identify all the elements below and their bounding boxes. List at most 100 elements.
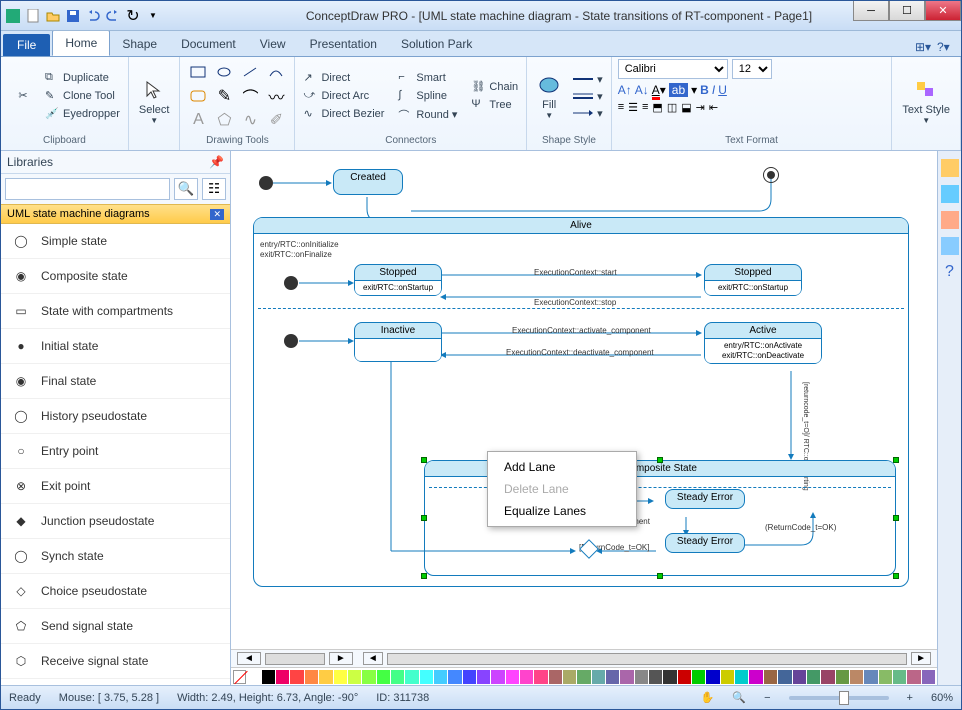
help-icon[interactable]: ?▾ [937, 40, 953, 56]
eyedropper-button[interactable]: 💉Eyedropper [43, 106, 122, 122]
alive-initial-1[interactable] [284, 276, 298, 290]
tool-curve[interactable] [264, 61, 288, 83]
color-swatch[interactable] [836, 670, 849, 684]
color-swatch[interactable] [391, 670, 404, 684]
state-steady-1[interactable]: Steady Error [665, 489, 745, 509]
tool-ellipse[interactable] [212, 61, 236, 83]
align-right-button[interactable]: ≡ [642, 101, 648, 114]
color-swatch[interactable] [749, 670, 762, 684]
color-swatch[interactable] [290, 670, 303, 684]
final-state[interactable] [763, 167, 779, 183]
library-item[interactable]: ●Initial state [1, 329, 230, 364]
color-swatch[interactable] [247, 670, 260, 684]
line-weight-button[interactable]: ▾ [571, 89, 605, 104]
color-swatch[interactable] [377, 670, 390, 684]
tab-home[interactable]: Home [52, 30, 110, 56]
tool-bezier[interactable]: ∿ [238, 109, 262, 131]
font-size-select[interactable]: 12 [732, 59, 772, 79]
color-swatch[interactable] [907, 670, 920, 684]
color-swatch[interactable] [764, 670, 777, 684]
tool-text[interactable]: A [186, 109, 210, 131]
color-swatch[interactable] [334, 670, 347, 684]
tab-solution-park[interactable]: Solution Park [389, 32, 484, 56]
save-icon[interactable] [65, 8, 81, 24]
rail-icon-1[interactable] [941, 159, 959, 177]
color-swatch[interactable] [821, 670, 834, 684]
tree-button[interactable]: ΨTree [469, 97, 520, 113]
select-button[interactable]: Select▼ [135, 76, 174, 127]
bold-button[interactable]: B [700, 83, 709, 97]
color-swatch[interactable] [491, 670, 504, 684]
color-swatch[interactable] [850, 670, 863, 684]
text-style-button[interactable]: Text Style▼ [898, 76, 954, 127]
valign-bot-button[interactable]: ⬓ [681, 101, 691, 114]
color-swatch[interactable] [635, 670, 648, 684]
state-stopped[interactable]: Stopped exit/RTC::onStartup [354, 264, 442, 296]
canvas[interactable]: Created Alive entry/RTC::onInitialize ex… [241, 161, 937, 611]
align-center-button[interactable]: ☰ [628, 101, 638, 114]
ctx-add-lane[interactable]: Add Lane [488, 456, 636, 478]
color-swatch[interactable] [563, 670, 576, 684]
color-swatch[interactable] [649, 670, 662, 684]
color-swatch[interactable] [262, 670, 275, 684]
tool-pencil[interactable]: ✎ [212, 85, 236, 107]
pin-icon[interactable]: 📌 [209, 155, 224, 169]
outdent-button[interactable]: ⇤ [709, 101, 718, 114]
zoom-in-button[interactable]: + [907, 692, 913, 704]
qat-dropdown-icon[interactable]: ▼ [145, 8, 161, 24]
pan-tool-icon[interactable]: ✋ [701, 691, 715, 704]
increase-font-button[interactable]: A↑ [618, 83, 632, 97]
tab-document[interactable]: Document [169, 32, 248, 56]
paste-button[interactable]: ✂ [7, 81, 39, 111]
alive-initial-2[interactable] [284, 334, 298, 348]
clone-tool-button[interactable]: ✎Clone Tool [43, 88, 122, 104]
minimize-button[interactable]: ─ [853, 1, 889, 21]
color-swatch[interactable] [922, 670, 935, 684]
color-swatch[interactable] [706, 670, 719, 684]
library-item[interactable]: ◆Junction pseudostate [1, 504, 230, 539]
state-steady-2[interactable]: Steady Error [665, 533, 745, 553]
zoom-out-button[interactable]: − [764, 692, 770, 704]
redo-icon[interactable] [105, 8, 121, 24]
color-swatch[interactable] [520, 670, 533, 684]
fill-button[interactable]: Fill▼ [533, 71, 565, 122]
maximize-button[interactable]: ☐ [889, 1, 925, 21]
horizontal-scrollbar[interactable]: ◄ ► ◄ ► [231, 649, 937, 667]
color-swatch[interactable] [319, 670, 332, 684]
color-swatch[interactable] [678, 670, 691, 684]
color-swatch[interactable] [663, 670, 676, 684]
color-swatch[interactable] [807, 670, 820, 684]
library-search-input[interactable] [5, 178, 170, 200]
tab-view[interactable]: View [248, 32, 298, 56]
color-swatch-none[interactable] [233, 670, 246, 684]
initial-state[interactable] [259, 176, 273, 190]
library-item[interactable]: ◉Composite state [1, 259, 230, 294]
library-item[interactable]: ◉Final state [1, 364, 230, 399]
smart-button[interactable]: ⌐Smart [396, 70, 459, 86]
file-tab[interactable]: File [3, 34, 50, 56]
library-icon[interactable]: ⊞▾ [915, 40, 931, 56]
decrease-font-button[interactable]: A↓ [635, 83, 649, 97]
round-button[interactable]: ⌒Round ▾ [396, 106, 459, 122]
tool-arc[interactable]: ⌒ [238, 85, 262, 107]
direct-bezier-button[interactable]: ∿Direct Bezier [301, 106, 386, 122]
library-item[interactable]: ◇Choice pseudostate [1, 574, 230, 609]
color-swatch[interactable] [534, 670, 547, 684]
zoom-slider[interactable] [789, 696, 889, 700]
color-swatch[interactable] [463, 670, 476, 684]
zoom-tool-icon[interactable]: 🔍 [732, 691, 746, 704]
font-color-button[interactable]: A▾ [652, 83, 666, 97]
canvas-scroll[interactable]: Created Alive entry/RTC::onInitialize ex… [231, 151, 937, 649]
color-swatch[interactable] [348, 670, 361, 684]
arrow-style-button[interactable]: ▾ [571, 106, 605, 121]
chain-button[interactable]: ⛓Chain [469, 79, 520, 95]
open-icon[interactable] [45, 8, 61, 24]
tool-line[interactable] [238, 61, 262, 83]
tab-presentation[interactable]: Presentation [298, 32, 389, 56]
color-swatch[interactable] [448, 670, 461, 684]
color-swatch[interactable] [778, 670, 791, 684]
color-swatch[interactable] [620, 670, 633, 684]
color-swatch[interactable] [592, 670, 605, 684]
color-swatch[interactable] [420, 670, 433, 684]
color-swatch[interactable] [721, 670, 734, 684]
